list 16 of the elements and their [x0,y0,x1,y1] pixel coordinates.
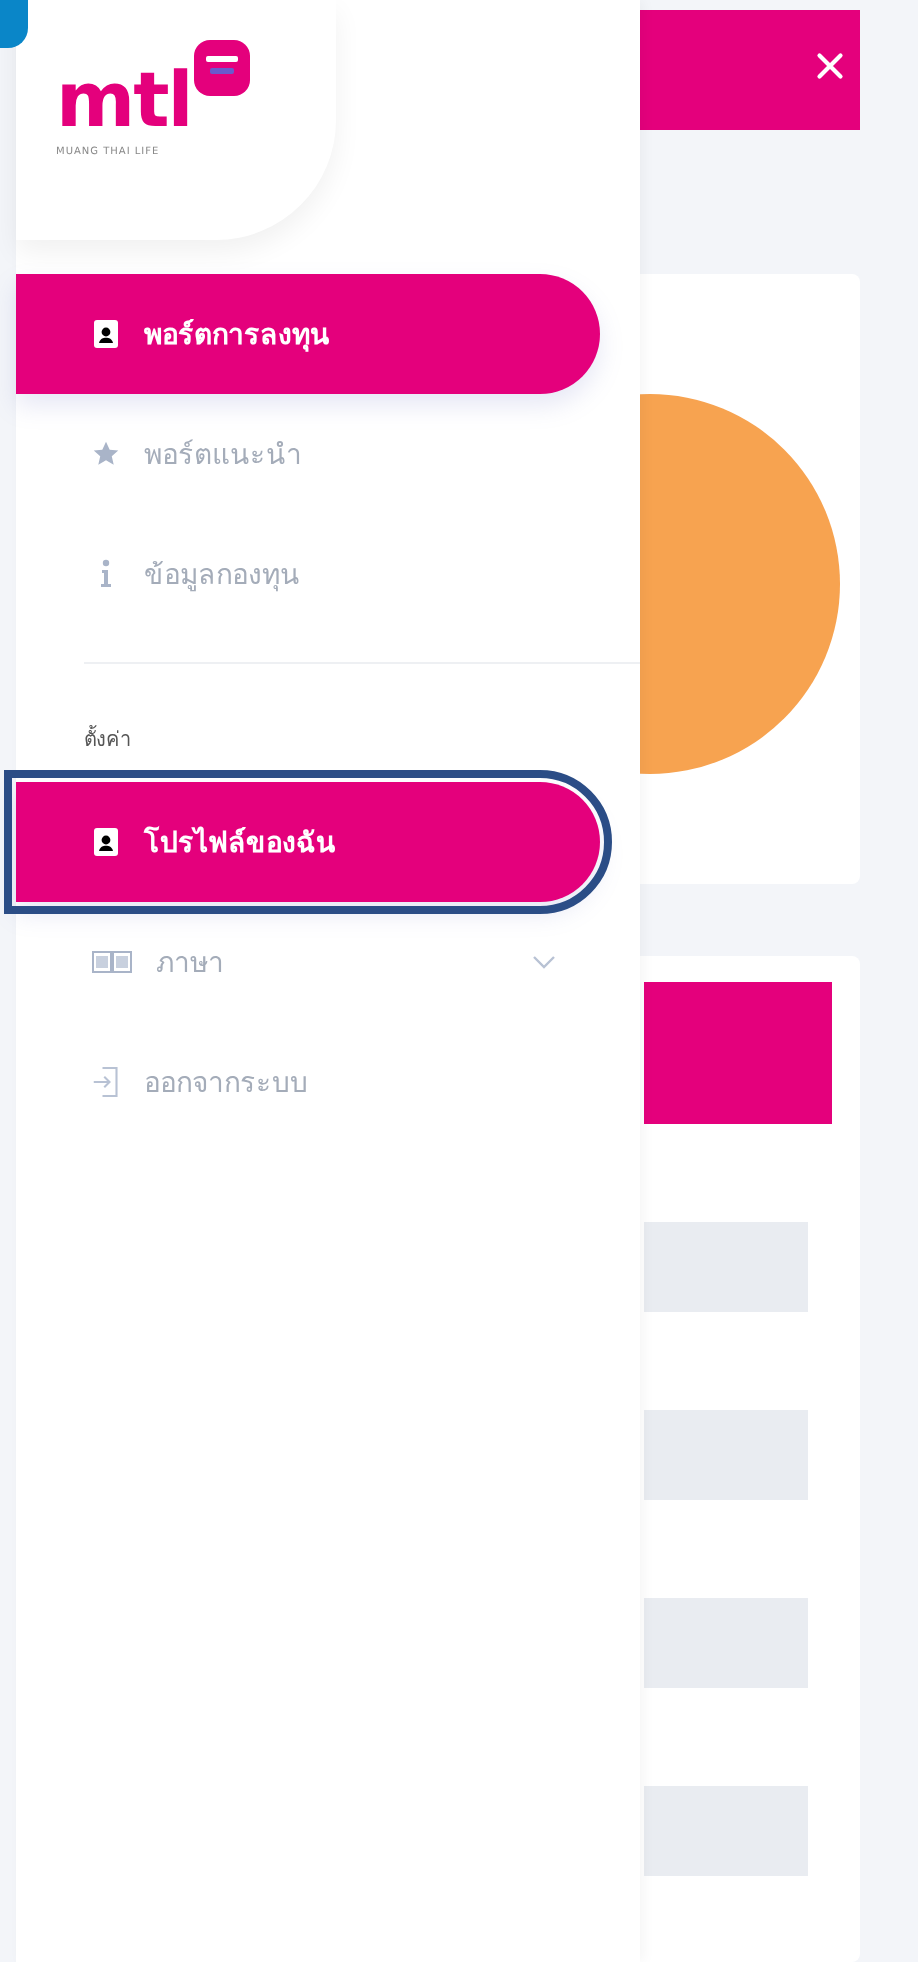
menu-item[interactable]: ออกจากระบบ [16,1022,600,1142]
logo-wordmark: mtl [56,62,192,138]
menu-item[interactable]: โปรไฟล์ของฉัน [16,782,600,902]
menu-item[interactable]: ข้อมูลกองทุน [16,514,600,634]
section-label: ตั้งค่า [84,724,640,754]
menu-item[interactable]: พอร์ตแนะนำ [16,394,600,514]
logout-icon [92,1066,120,1098]
language-flags-icon [92,950,132,974]
close-icon[interactable] [816,52,844,80]
menu-item[interactable]: ภาษา [16,902,600,1022]
corner-mark [0,0,28,48]
logo-badge-icon [191,38,252,98]
star-icon [92,438,120,470]
menu-item[interactable]: พอร์ตการลงทุน [16,274,600,394]
id-card-icon [92,826,120,858]
id-card-icon [92,318,120,350]
